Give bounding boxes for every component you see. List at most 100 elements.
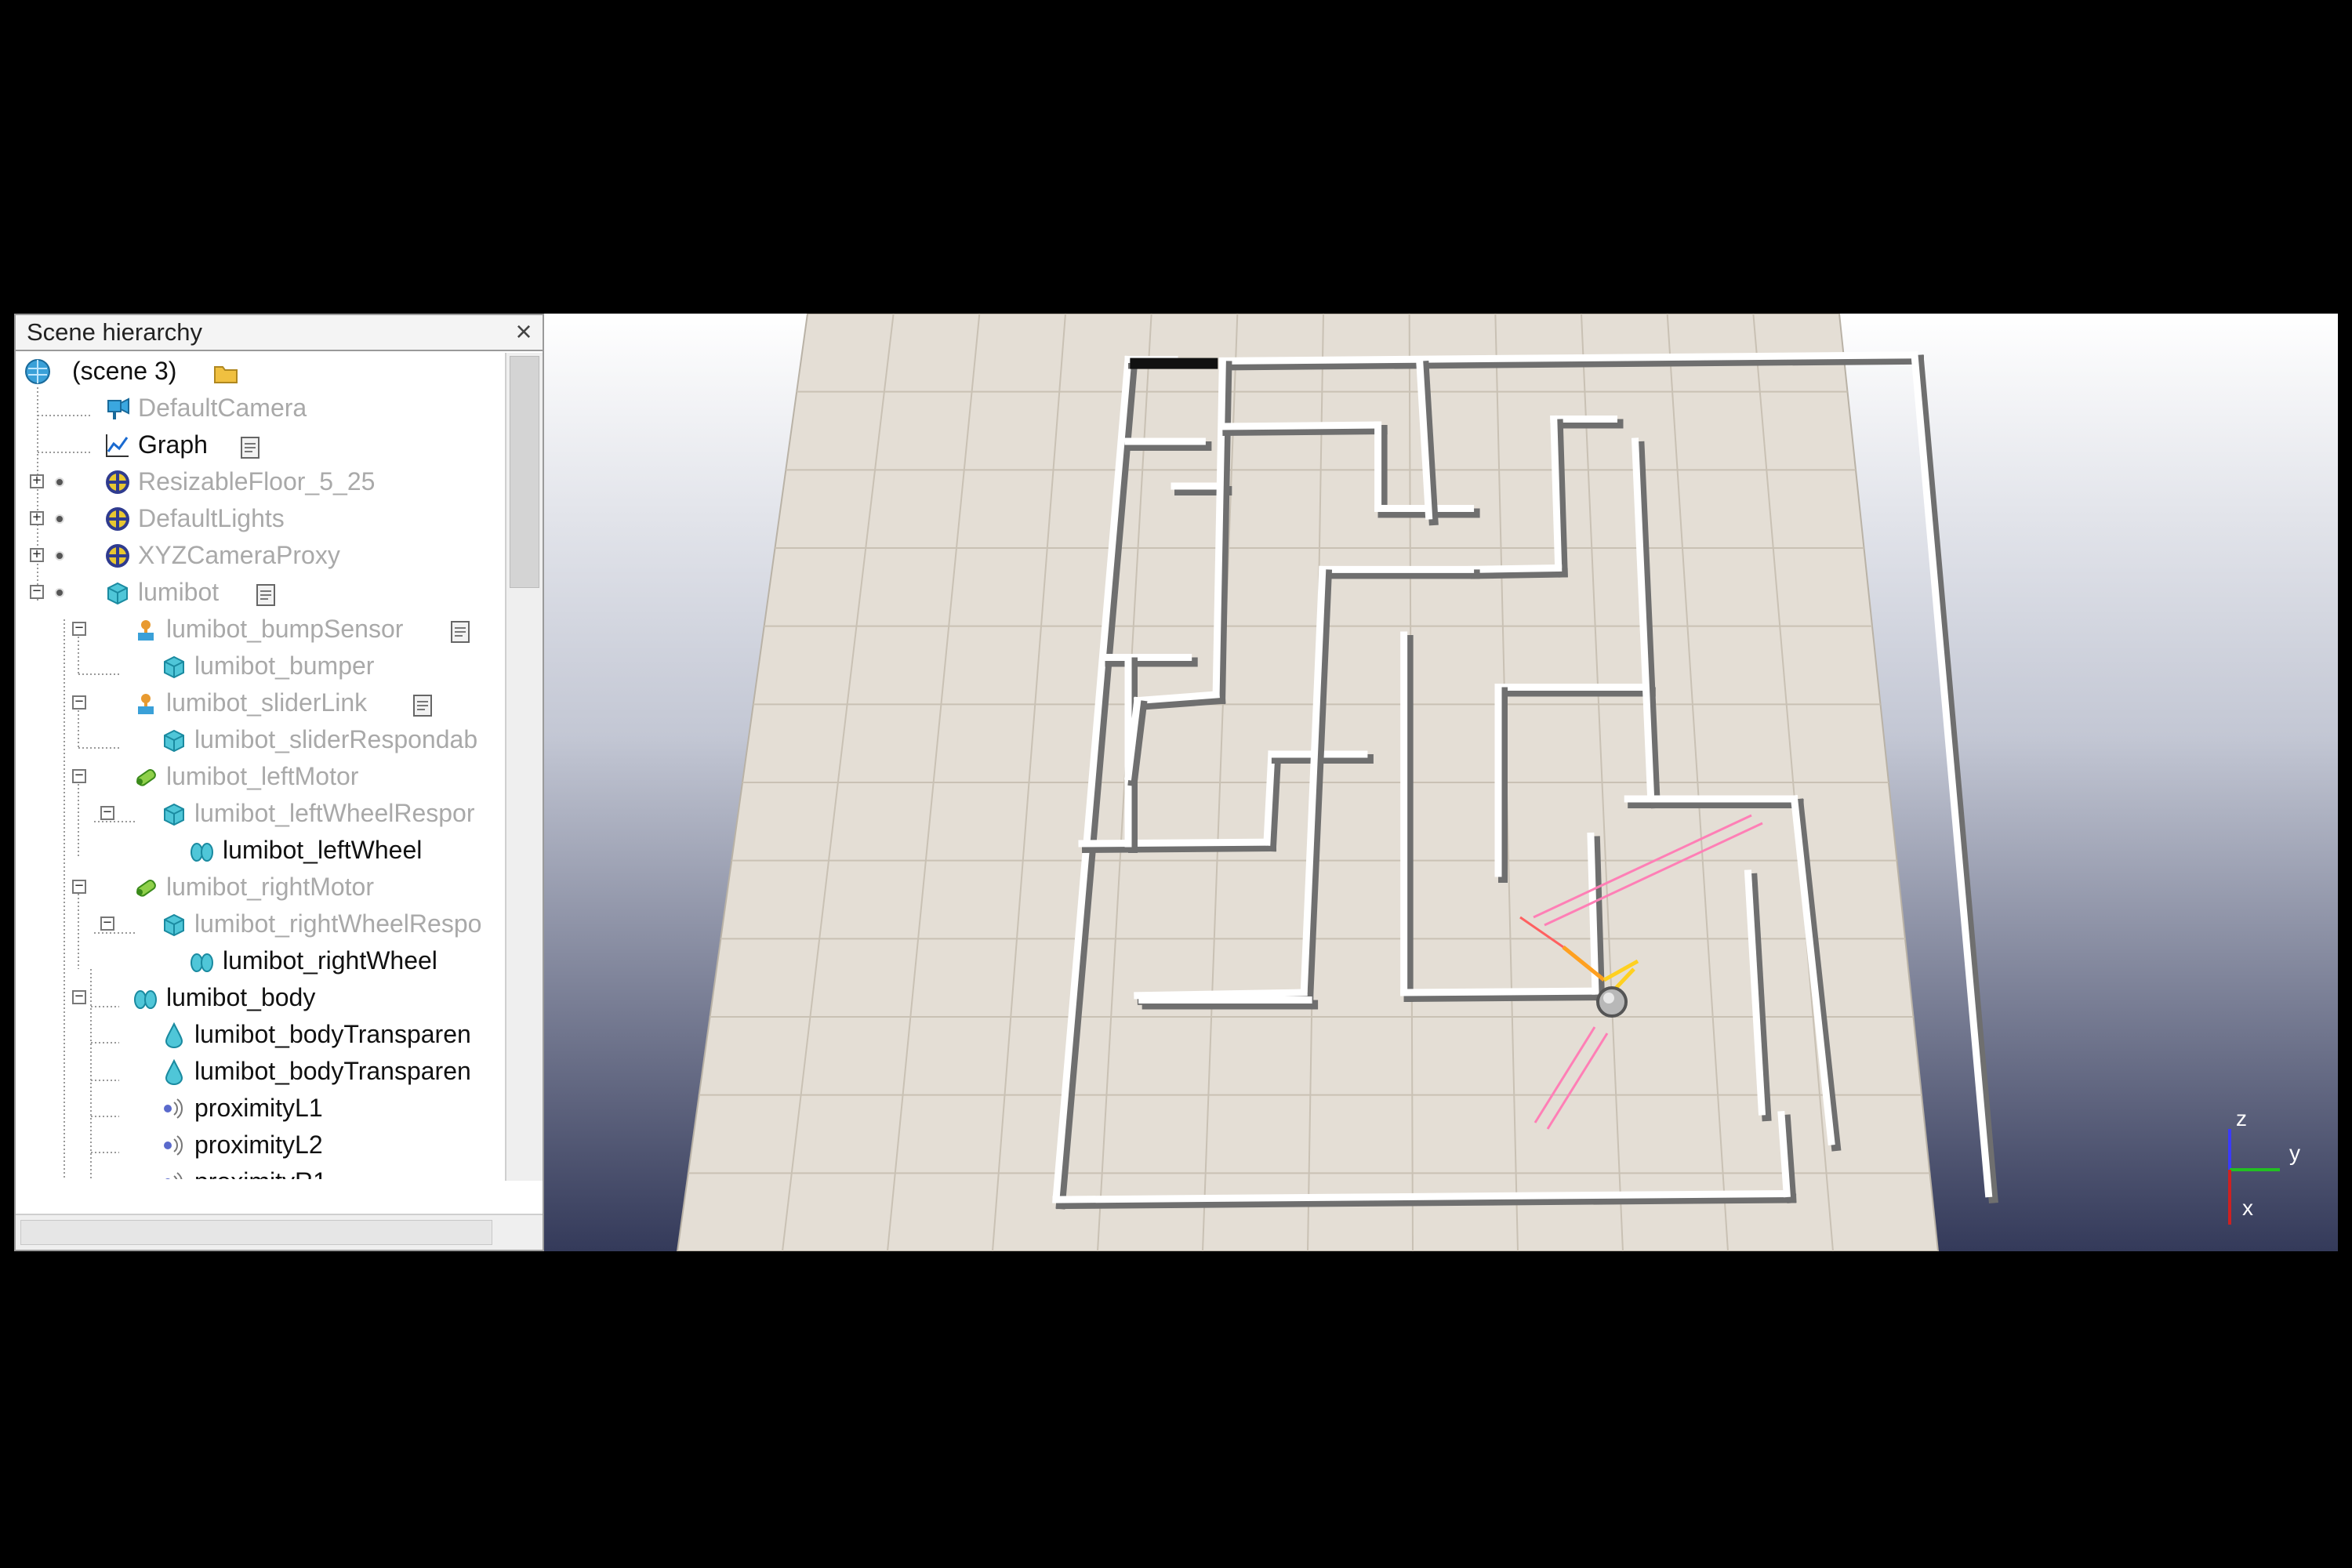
model-icon [103, 505, 132, 533]
tree-item-label: proximityL1 [194, 1094, 323, 1122]
cuboid-icon [160, 726, 188, 754]
tree-item-label: DefaultLights [138, 504, 285, 532]
expand-toggle[interactable]: + [30, 547, 44, 562]
app-window: Scene hierarchy × (scene 3) DefaultCamer… [14, 314, 2338, 1251]
expand-toggle[interactable]: + [30, 510, 44, 525]
tree-item[interactable]: lumibot_rightWheel [16, 942, 508, 979]
visibility-dot[interactable] [55, 477, 64, 487]
cuboid-icon [160, 910, 188, 938]
tree-item-label: proximityL2 [194, 1131, 323, 1159]
tree-item[interactable]: lumibot_bumper [16, 648, 508, 684]
tree-item-label: lumibot_body [166, 983, 316, 1011]
tree-item[interactable]: Graph [16, 426, 508, 463]
tree-item[interactable]: − lumibot_leftMotor [16, 758, 508, 795]
graph-icon [103, 431, 132, 459]
panel-titlebar: Scene hierarchy × [16, 315, 543, 351]
tree-item[interactable]: proximityR1 [16, 1163, 508, 1179]
scene-tree: (scene 3) DefaultCamera Graph + ResizableFlo… [16, 353, 508, 1179]
tree-item-label: lumibot_rightWheelRespo [194, 909, 482, 938]
expand-toggle[interactable]: − [100, 916, 114, 931]
visibility-dot[interactable] [55, 588, 64, 597]
tree-item[interactable]: + ResizableFloor_5_25 [16, 463, 508, 500]
horizontal-scrollbar[interactable] [16, 1214, 543, 1250]
scene-globe-icon [24, 358, 52, 386]
tree-item[interactable]: DefaultCamera [16, 390, 508, 426]
tree-item-label: lumibot_rightWheel [223, 946, 437, 975]
scrollbar-thumb[interactable] [510, 356, 539, 588]
expand-toggle[interactable]: − [72, 621, 86, 636]
vertical-scrollbar[interactable] [505, 353, 543, 1181]
tree-item[interactable]: proximityL2 [16, 1127, 508, 1163]
tree-item[interactable]: proximityL1 [16, 1090, 508, 1127]
tree-item[interactable]: lumibot_bodyTransparen [16, 1016, 508, 1053]
tree-item[interactable]: + XYZCameraProxy [16, 537, 508, 574]
tree-item[interactable]: lumibot_leftWheel [16, 832, 508, 869]
tree-item[interactable]: − lumibot_leftWheelRespor [16, 795, 508, 832]
joint-icon [132, 763, 160, 791]
force-sensor-icon [132, 615, 160, 644]
expand-toggle[interactable]: − [72, 989, 86, 1004]
drop-shape-icon [160, 1058, 188, 1086]
cuboid-icon [160, 652, 188, 681]
force-sensor-icon [132, 689, 160, 717]
tree-item[interactable]: − lumibot_bumpSensor [16, 611, 508, 648]
expand-toggle[interactable]: + [30, 474, 44, 488]
maze-wall [1134, 989, 1308, 1000]
tree-item[interactable]: (scene 3) [16, 353, 508, 390]
maze-wall [1467, 564, 1563, 573]
scrollbar-thumb[interactable] [20, 1220, 492, 1245]
maze-wall-side [1470, 568, 1568, 579]
tree-item[interactable]: lumibot_bodyTransparen [16, 1053, 508, 1090]
camera-icon [103, 394, 132, 423]
tree-item-label: Graph [138, 430, 208, 459]
scene-hierarchy-panel: Scene hierarchy × (scene 3) DefaultCamer… [14, 314, 544, 1251]
maze-wall-side [1222, 425, 1388, 437]
axis-z-label: z [2236, 1106, 2247, 1131]
tree-item[interactable]: − lumibot_rightWheelRespo [16, 906, 508, 942]
tree-item[interactable]: + DefaultLights [16, 500, 508, 537]
expand-toggle[interactable]: − [72, 695, 86, 710]
maze-exit [1130, 358, 1218, 369]
maze-scene: z y x [676, 314, 2300, 1251]
tree-item[interactable]: − lumibot_body [16, 979, 508, 1016]
tree-item[interactable]: − lumibot_rightMotor [16, 869, 508, 906]
joint-icon [132, 873, 160, 902]
tree-item-label: lumibot_bumper [194, 652, 375, 680]
proximity-sensor-icon [160, 1131, 188, 1160]
tree-item-label: lumibot_sliderLink [166, 688, 368, 717]
scene-viewport[interactable]: z y x [544, 314, 2338, 1251]
tree-item-label: lumibot_bumpSensor [166, 615, 404, 643]
maze-wall [1078, 838, 1271, 848]
proximity-sensor-icon [160, 1168, 188, 1179]
expand-toggle[interactable]: − [100, 805, 114, 820]
axis-y-label: y [2289, 1141, 2300, 1165]
tree-item-label: lumibot_leftWheel [223, 836, 423, 864]
maze-wall-side [1081, 842, 1277, 854]
tree-item-label: proximityR1 [194, 1163, 327, 1179]
tree-item[interactable]: lumibot_sliderRespondab [16, 721, 508, 758]
cuboid-icon [103, 579, 132, 607]
shape-icon [132, 984, 160, 1012]
tree-item-label: lumibot_bodyTransparen [194, 1057, 471, 1085]
tree-item[interactable]: − lumibot_sliderLink [16, 684, 508, 721]
tree-item[interactable]: − lumibot [16, 574, 508, 611]
visibility-dot[interactable] [55, 514, 64, 524]
maze-wall-side [1403, 991, 1605, 1003]
model-icon [103, 468, 132, 496]
cuboid-icon [160, 800, 188, 828]
expand-toggle[interactable]: − [30, 584, 44, 599]
tree-item-label: XYZCameraProxy [138, 541, 340, 569]
tree-item-label: lumibot [138, 578, 220, 606]
expand-toggle[interactable]: − [72, 768, 86, 783]
drop-shape-icon [160, 1021, 188, 1049]
tree-item-label: lumibot_sliderRespondab [194, 725, 478, 753]
panel-title: Scene hierarchy [27, 318, 203, 346]
maze-wall [1263, 750, 1276, 846]
expand-toggle[interactable]: − [72, 879, 86, 894]
tree-item-label: lumibot_bodyTransparen [194, 1020, 471, 1048]
visibility-dot[interactable] [55, 551, 64, 561]
maze-wall [1218, 421, 1382, 430]
maze-wall [1911, 350, 1993, 1198]
close-icon[interactable]: × [510, 318, 538, 347]
tree-item-label: lumibot_rightMotor [166, 873, 374, 901]
